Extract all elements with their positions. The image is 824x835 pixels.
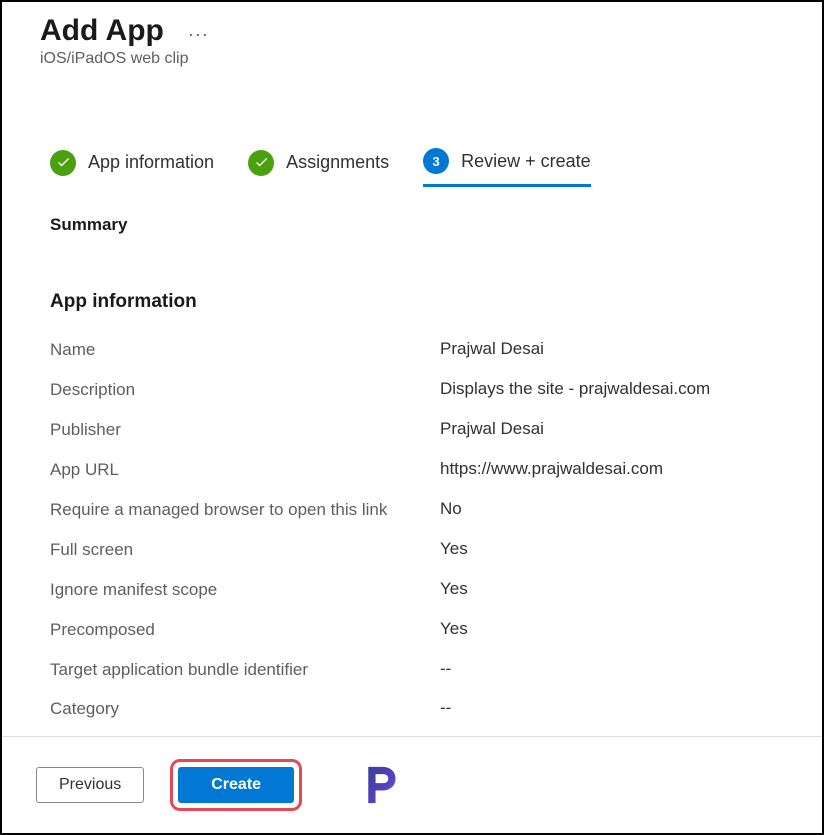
- table-row: Precomposed Yes: [50, 619, 802, 642]
- row-label: Target application bundle identifier: [50, 659, 440, 682]
- more-icon[interactable]: ···: [188, 24, 209, 45]
- row-label: Ignore manifest scope: [50, 579, 440, 602]
- row-value: Yes: [440, 619, 802, 642]
- row-value: https://www.prajwaldesai.com: [440, 459, 802, 482]
- row-label: Name: [50, 339, 440, 362]
- highlight-ring: Create: [170, 759, 302, 811]
- row-value: Yes: [440, 539, 802, 562]
- summary-heading: Summary: [50, 215, 802, 235]
- previous-button[interactable]: Previous: [36, 767, 144, 803]
- row-value: Yes: [440, 579, 802, 602]
- row-label: App URL: [50, 459, 440, 482]
- table-row: App URL https://www.prajwaldesai.com: [50, 459, 802, 482]
- step-label: App information: [88, 152, 214, 173]
- row-label: Description: [50, 379, 440, 402]
- brand-logo: [360, 764, 402, 806]
- table-row: Full screen Yes: [50, 539, 802, 562]
- row-value: --: [440, 659, 802, 682]
- table-row: Description Displays the site - prajwald…: [50, 379, 802, 402]
- row-value: No: [440, 499, 802, 522]
- table-row: Category --: [50, 698, 802, 721]
- table-row: Target application bundle identifier --: [50, 659, 802, 682]
- row-label: Category: [50, 698, 440, 721]
- step-review-create[interactable]: 3 Review + create: [423, 148, 591, 187]
- checkmark-icon: [248, 150, 274, 176]
- page-subtitle: iOS/iPadOS web clip: [40, 50, 802, 68]
- table-row: Require a managed browser to open this l…: [50, 499, 802, 522]
- row-label: Require a managed browser to open this l…: [50, 499, 440, 522]
- row-value: Displays the site - prajwaldesai.com: [440, 379, 802, 402]
- step-assignments[interactable]: Assignments: [248, 150, 389, 186]
- summary-table: Name Prajwal Desai Description Displays …: [50, 339, 802, 721]
- wizard-steps: App information Assignments 3 Review + c…: [50, 148, 802, 187]
- table-row: Publisher Prajwal Desai: [50, 419, 802, 442]
- table-row: Name Prajwal Desai: [50, 339, 802, 362]
- row-value: Prajwal Desai: [440, 419, 802, 442]
- table-row: Ignore manifest scope Yes: [50, 579, 802, 602]
- step-number-icon: 3: [423, 148, 449, 174]
- footer-bar: Previous Create: [2, 736, 822, 833]
- step-label: Assignments: [286, 152, 389, 173]
- row-value: --: [440, 698, 802, 721]
- row-label: Precomposed: [50, 619, 440, 642]
- row-label: Full screen: [50, 539, 440, 562]
- step-label: Review + create: [461, 151, 591, 172]
- app-information-heading: App information: [50, 291, 802, 313]
- checkmark-icon: [50, 150, 76, 176]
- row-value: Prajwal Desai: [440, 339, 802, 362]
- create-button[interactable]: Create: [178, 767, 294, 803]
- page-title: Add App: [40, 14, 164, 48]
- row-label: Publisher: [50, 419, 440, 442]
- step-app-information[interactable]: App information: [50, 150, 214, 186]
